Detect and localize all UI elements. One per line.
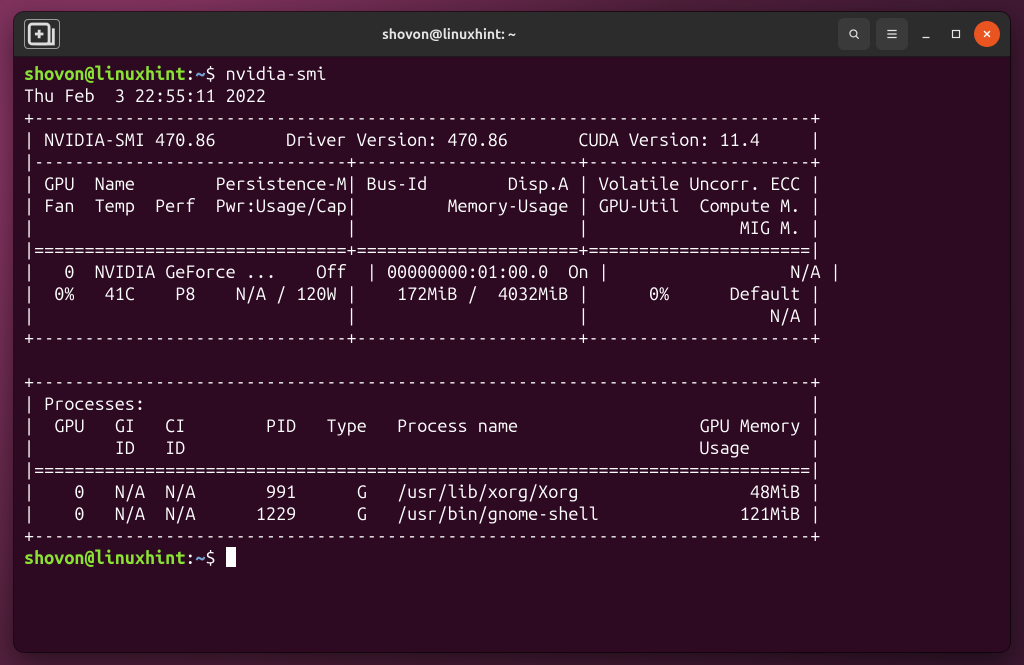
hdr-temp: Temp bbox=[95, 196, 135, 216]
prompt2-user-host: shovon@linuxhint bbox=[24, 548, 185, 568]
cuda-version: CUDA Version: 11.4 bbox=[578, 130, 759, 150]
prompt-user-host: shovon@linuxhint bbox=[24, 64, 185, 84]
border-bot3: +-------------------------------+-------… bbox=[24, 328, 820, 348]
p1-gi: N/A bbox=[115, 504, 145, 524]
hdr-compute: Compute M. bbox=[699, 196, 800, 216]
prompt2-dollar: $ bbox=[205, 548, 215, 568]
prompt2-path: ~ bbox=[195, 548, 205, 568]
gpu-compute: Default bbox=[730, 284, 801, 304]
smi-version: NVIDIA-SMI 470.86 bbox=[44, 130, 215, 150]
p0-gpu: 0 bbox=[74, 482, 84, 502]
p0-name: /usr/lib/xorg/Xorg bbox=[397, 482, 578, 502]
hdr-gpu: GPU bbox=[44, 174, 74, 194]
border-split: |-------------------------------+-------… bbox=[24, 152, 820, 172]
border-eq3: |===============================+=======… bbox=[24, 240, 820, 260]
p0-pid: 991 bbox=[266, 482, 296, 502]
p0-mem: 48MiB bbox=[750, 482, 800, 502]
terminal-cursor bbox=[226, 547, 236, 567]
hdr-pwr: Pwr:Usage/Cap bbox=[216, 196, 347, 216]
hdr-dispa: Disp.A bbox=[508, 174, 568, 194]
prompt-separator: : bbox=[185, 64, 195, 84]
gpu-persist: Off bbox=[316, 262, 346, 282]
gpu-name: NVIDIA GeForce ... bbox=[95, 262, 276, 282]
gpu-mem: 172MiB / 4032MiB bbox=[397, 284, 568, 304]
border-eq1: |=======================================… bbox=[24, 460, 820, 480]
gpu-pwr: N/A / 120W bbox=[236, 284, 337, 304]
menu-button[interactable] bbox=[876, 18, 908, 50]
gpu-busid: 00000000:01:00.0 bbox=[387, 262, 548, 282]
hdr-busid: Bus-Id bbox=[367, 174, 427, 194]
entered-command: nvidia-smi bbox=[226, 64, 327, 84]
hdr-memusage: Memory-Usage bbox=[447, 196, 568, 216]
gpu-mig: N/A bbox=[770, 306, 800, 326]
hdr-volatile: Volatile Uncorr. ECC bbox=[599, 174, 801, 194]
gpu-id: 0 bbox=[64, 262, 74, 282]
p1-mem: 121MiB bbox=[740, 504, 800, 524]
p0-ci: N/A bbox=[165, 482, 195, 502]
ph-giid: ID bbox=[115, 438, 135, 458]
terminal-body[interactable]: shovon@linuxhint:~$ nvidia-smi Thu Feb 3… bbox=[14, 57, 1010, 652]
gpu-fan: 0% bbox=[54, 284, 74, 304]
hdr-perf: Perf bbox=[155, 196, 195, 216]
hdr-persistence: Persistence-M bbox=[216, 174, 347, 194]
hdr-fan: Fan bbox=[44, 196, 74, 216]
hdr-gpuutil: GPU-Util bbox=[599, 196, 680, 216]
ph-gpu: GPU bbox=[54, 416, 84, 436]
border-bottom: +---------------------------------------… bbox=[24, 526, 820, 546]
border-top2: +---------------------------------------… bbox=[24, 372, 820, 392]
ph-usage: Usage bbox=[699, 438, 749, 458]
gpu-temp: 41C bbox=[105, 284, 135, 304]
minimize-button[interactable] bbox=[914, 22, 938, 46]
window-title: shovon@linuxhint: ~ bbox=[60, 26, 838, 42]
ph-type: Type bbox=[326, 416, 366, 436]
new-tab-button[interactable] bbox=[24, 19, 60, 49]
p0-gi: N/A bbox=[115, 482, 145, 502]
prompt-path: ~ bbox=[195, 64, 205, 84]
terminal-window: shovon@linuxhint: ~ bbox=[14, 12, 1010, 652]
ph-name: Process name bbox=[397, 416, 518, 436]
p1-ci: N/A bbox=[165, 504, 195, 524]
hdr-name: Name bbox=[95, 174, 135, 194]
gpu-perf: P8 bbox=[175, 284, 195, 304]
hdr-mig: MIG M. bbox=[740, 218, 800, 238]
ph-gpumem: GPU Memory bbox=[699, 416, 800, 436]
maximize-button[interactable] bbox=[944, 22, 968, 46]
gpu-dispa: On bbox=[568, 262, 588, 282]
gpu-util: 0% bbox=[649, 284, 669, 304]
titlebar: shovon@linuxhint: ~ bbox=[14, 12, 1010, 57]
ph-gi: GI bbox=[115, 416, 135, 436]
desktop-background: shovon@linuxhint: ~ bbox=[0, 0, 1024, 665]
processes-label: Processes: bbox=[44, 394, 145, 414]
p1-type: G bbox=[357, 504, 367, 524]
gpu-ecc: N/A bbox=[790, 262, 820, 282]
p1-name: /usr/bin/gnome-shell bbox=[397, 504, 599, 524]
driver-version: Driver Version: 470.86 bbox=[286, 130, 508, 150]
ph-ci: CI bbox=[165, 416, 185, 436]
p1-pid: 1229 bbox=[256, 504, 296, 524]
border-top: +---------------------------------------… bbox=[24, 108, 820, 128]
search-button[interactable] bbox=[838, 18, 870, 50]
smi-timestamp: Thu Feb 3 22:55:11 2022 bbox=[24, 86, 266, 106]
prompt2-sep: : bbox=[185, 548, 195, 568]
prompt-dollar: $ bbox=[205, 64, 215, 84]
close-button[interactable] bbox=[974, 21, 1000, 47]
p0-type: G bbox=[357, 482, 367, 502]
ph-pid: PID bbox=[266, 416, 296, 436]
ph-ciid: ID bbox=[165, 438, 185, 458]
p1-gpu: 0 bbox=[74, 504, 84, 524]
